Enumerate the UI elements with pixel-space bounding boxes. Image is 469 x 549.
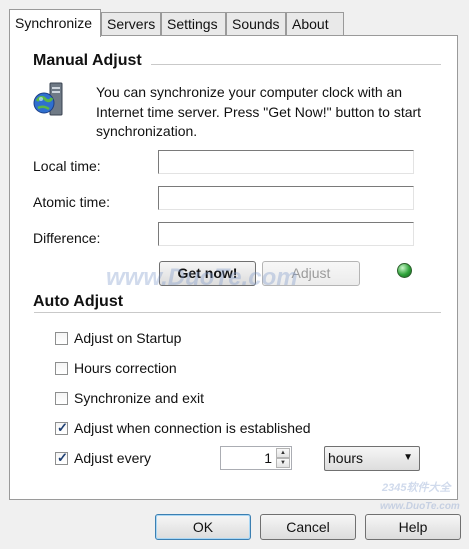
interval-value[interactable]: 1 bbox=[264, 450, 272, 466]
option-label: Hours correction bbox=[74, 360, 177, 376]
chevron-down-icon: ▼ bbox=[403, 452, 413, 463]
local-time-field[interactable] bbox=[158, 150, 414, 174]
get-now-button[interactable]: Get now! bbox=[159, 261, 256, 286]
globe-server-icon bbox=[33, 82, 63, 116]
tab-about[interactable]: About bbox=[286, 12, 344, 35]
checkbox-checked[interactable]: ✓ bbox=[55, 450, 68, 465]
watermark-url: www.DuoTe.com bbox=[380, 501, 460, 512]
atomic-time-field[interactable] bbox=[158, 186, 414, 210]
difference-label: Difference: bbox=[33, 230, 101, 246]
checkmark-icon: ✓ bbox=[57, 420, 68, 435]
stepper-down-icon[interactable]: ▼ bbox=[276, 458, 290, 468]
checkbox[interactable] bbox=[55, 332, 68, 345]
section-divider bbox=[34, 312, 441, 313]
option-label: Synchronize and exit bbox=[74, 390, 204, 406]
synchronize-panel: Manual Adjust You can synchronize your c… bbox=[9, 35, 458, 500]
stepper-buttons: ▲ ▼ bbox=[276, 448, 290, 468]
tab-servers[interactable]: Servers bbox=[101, 12, 161, 35]
watermark-brand: 2345软件大全 bbox=[382, 482, 451, 494]
option-label: Adjust when connection is established bbox=[74, 420, 311, 436]
checkbox-checked[interactable]: ✓ bbox=[55, 420, 68, 435]
checkbox[interactable] bbox=[55, 362, 68, 375]
tab-sounds[interactable]: Sounds bbox=[226, 12, 286, 35]
interval-unit-select[interactable]: hours ▼ bbox=[324, 446, 420, 471]
atomic-time-label: Atomic time: bbox=[33, 194, 111, 210]
option-label: Adjust every bbox=[74, 450, 152, 466]
manual-description: You can synchronize your computer clock … bbox=[96, 84, 422, 139]
checkbox[interactable] bbox=[55, 392, 68, 405]
auto-adjust-title: Auto Adjust bbox=[33, 293, 124, 310]
ok-button[interactable]: OK bbox=[155, 514, 251, 540]
local-time-label: Local time: bbox=[33, 158, 101, 174]
manual-adjust-title: Manual Adjust bbox=[33, 52, 142, 69]
adjust-button[interactable]: Adjust bbox=[262, 261, 360, 286]
status-indicator-icon bbox=[397, 263, 412, 278]
difference-field[interactable] bbox=[158, 222, 414, 246]
option-label: Adjust on Startup bbox=[74, 330, 182, 346]
tab-synchronize[interactable]: Synchronize bbox=[9, 9, 101, 37]
tab-settings[interactable]: Settings bbox=[161, 12, 226, 35]
help-button[interactable]: Help bbox=[365, 514, 461, 540]
checkmark-icon: ✓ bbox=[57, 450, 68, 465]
interval-stepper[interactable]: 1 ▲ ▼ bbox=[220, 446, 292, 470]
stepper-up-icon[interactable]: ▲ bbox=[276, 448, 290, 458]
section-divider bbox=[151, 64, 441, 65]
interval-unit-value: hours bbox=[328, 450, 364, 466]
cancel-button[interactable]: Cancel bbox=[260, 514, 356, 540]
